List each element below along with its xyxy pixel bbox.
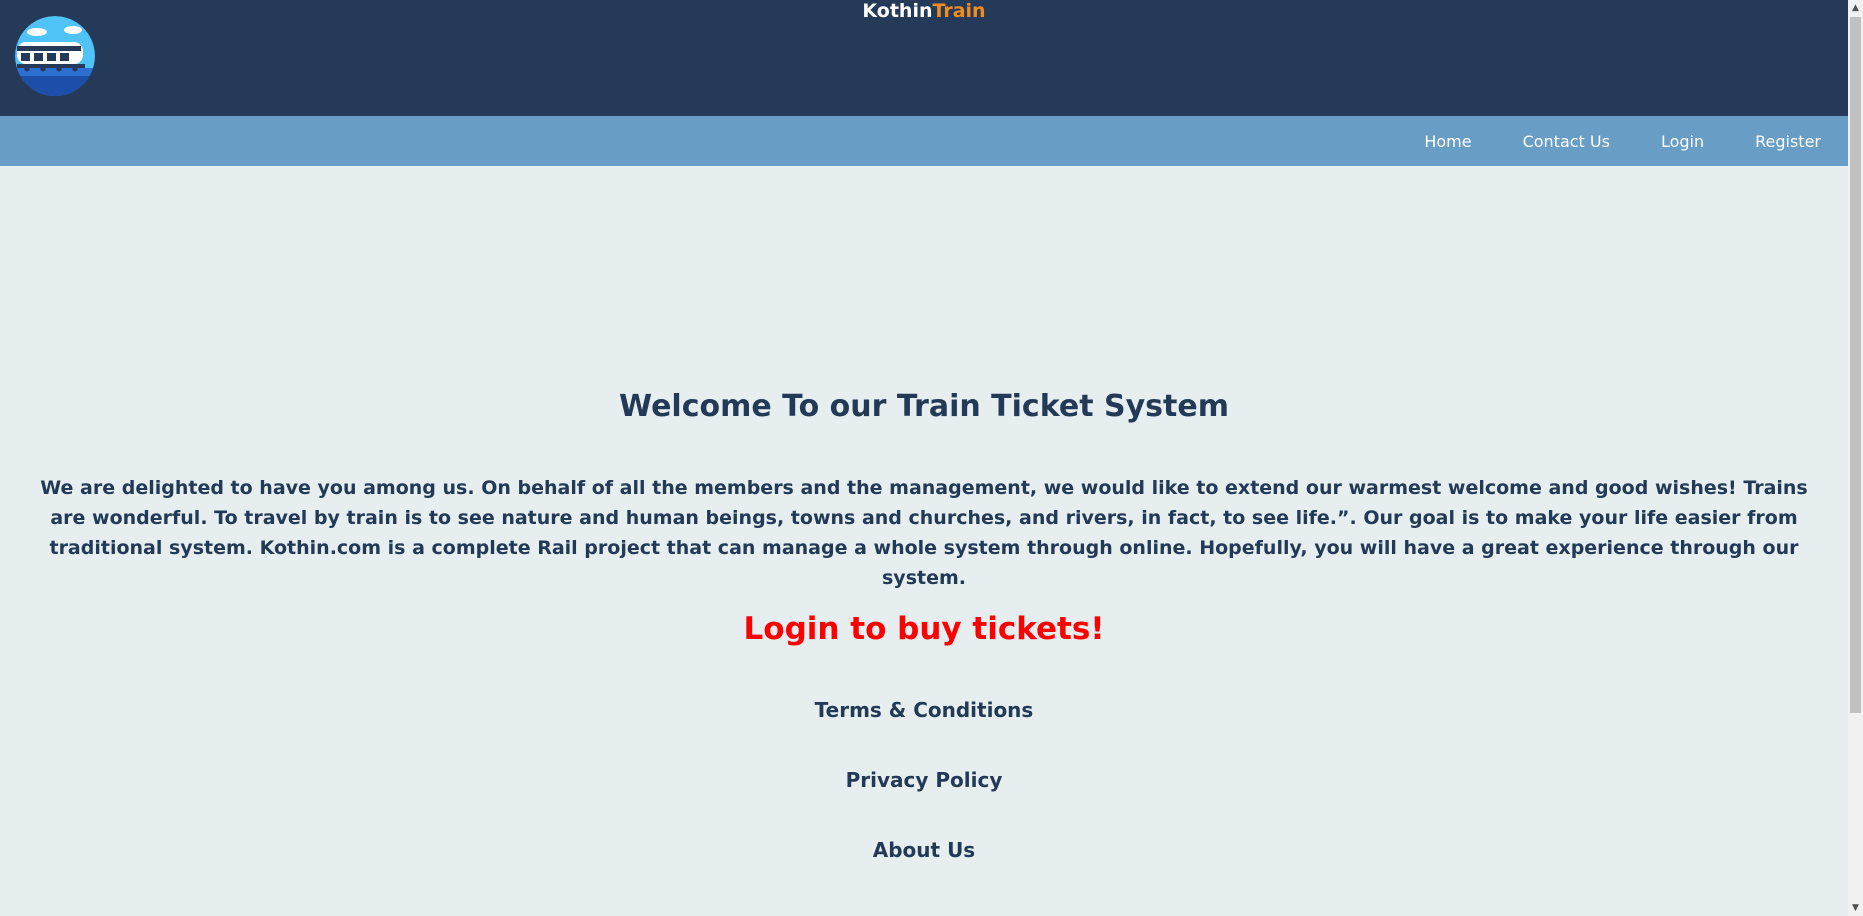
about-us-link[interactable]: About Us: [0, 836, 1848, 864]
brand-name-part2: Train: [932, 0, 986, 22]
scroll-down-arrow-icon[interactable]: ▼: [1848, 900, 1863, 916]
brand-title[interactable]: KothinTrain: [0, 0, 1848, 22]
brand-name-part1: Kothin: [862, 0, 933, 22]
train-logo-icon[interactable]: [15, 16, 95, 96]
nav-login-link[interactable]: Login: [1661, 132, 1704, 151]
scroll-up-arrow-icon[interactable]: ▲: [1848, 0, 1863, 16]
site-header: KothinTrain: [0, 0, 1848, 116]
vertical-scrollbar[interactable]: ▲ ▼: [1848, 0, 1863, 916]
nav-links: Home Contact Us Login Register: [1373, 116, 1821, 166]
nav-contact-us-link[interactable]: Contact Us: [1523, 132, 1610, 151]
page: KothinTrain Home Contact Us Login Regist…: [0, 0, 1863, 916]
nav-home-link[interactable]: Home: [1424, 132, 1471, 151]
scrollbar-thumb[interactable]: [1850, 17, 1861, 713]
nav-register-link[interactable]: Register: [1755, 132, 1821, 151]
login-cta-heading: Login to buy tickets!: [743, 611, 1105, 647]
terms-conditions-link[interactable]: Terms & Conditions: [0, 696, 1848, 724]
privacy-policy-link[interactable]: Privacy Policy: [0, 766, 1848, 794]
main-content: Welcome To our Train Ticket System We ar…: [0, 166, 1848, 916]
nav-bar: Home Contact Us Login Register: [0, 116, 1848, 166]
welcome-heading: Welcome To our Train Ticket System: [619, 389, 1229, 424]
intro-paragraph: We are delighted to have you among us. O…: [40, 477, 1808, 589]
train-logo-graphic: [15, 16, 95, 96]
